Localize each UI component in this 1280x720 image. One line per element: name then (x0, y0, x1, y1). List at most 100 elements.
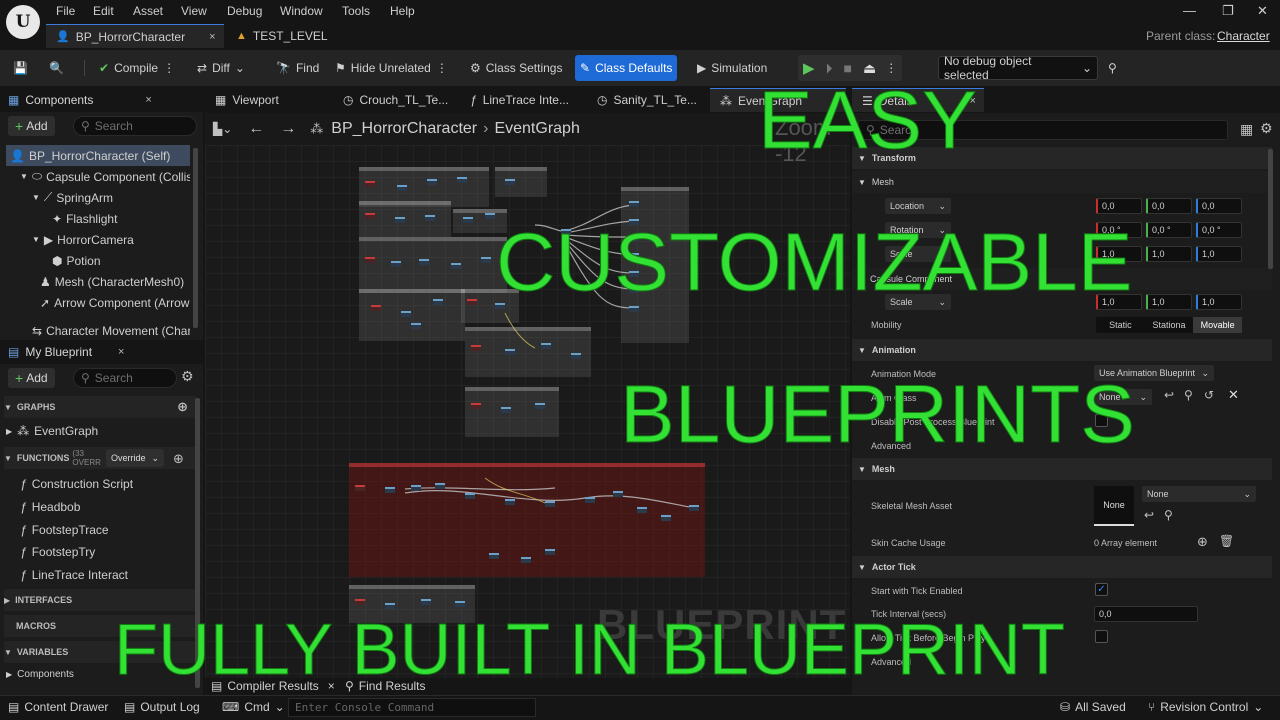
rotation-x-field[interactable]: 0,0 ° (1096, 222, 1142, 238)
compile-button[interactable]: ✔ Compile ⋮ (94, 57, 180, 79)
graph-node[interactable] (365, 181, 375, 187)
unreal-logo-icon[interactable]: U (6, 5, 40, 39)
component-movement[interactable]: ⇆ Character Movement (Char (32, 324, 190, 338)
graph-node[interactable] (629, 201, 639, 207)
graph-node[interactable] (355, 485, 365, 491)
close-window-icon[interactable]: ✕ (1257, 3, 1268, 19)
close-tab-icon[interactable]: × (118, 346, 124, 358)
table-view-icon[interactable]: ▦ (1240, 121, 1253, 138)
graph-node[interactable] (411, 485, 421, 491)
console-command-input[interactable]: Enter Console Command (288, 698, 536, 717)
stop-icon[interactable]: ■ (844, 60, 852, 76)
override-dropdown[interactable]: Override ⌄ (106, 449, 164, 467)
mesh-section[interactable]: ▼ Mesh (852, 458, 1272, 480)
graph-node[interactable] (421, 599, 431, 605)
location-x-field[interactable]: 0,0 (1096, 198, 1142, 214)
step-icon[interactable]: ⏵ (826, 60, 833, 77)
functions-category[interactable]: ▼ FUNCTIONS (33 OVERR (4, 447, 196, 469)
debug-object-select[interactable]: No debug object selected ⌄ (938, 54, 1098, 82)
function-item[interactable]: ƒ Construction Script (20, 473, 133, 495)
details-tab[interactable]: ☰ Details × (852, 88, 984, 112)
graph-node[interactable] (463, 217, 473, 223)
close-tab-icon[interactable]: × (328, 679, 335, 693)
disable-post-process-checkbox[interactable] (1095, 414, 1108, 427)
scale-dropdown[interactable]: Scale ⌄ (885, 246, 951, 262)
graph-node[interactable] (629, 219, 639, 225)
graph-node[interactable] (689, 505, 699, 511)
allow-tick-checkbox[interactable] (1095, 630, 1108, 643)
graph-node[interactable] (397, 185, 407, 191)
browse-icon[interactable]: 🔍 (44, 57, 69, 79)
graph-node[interactable] (419, 259, 429, 265)
graph-node[interactable] (433, 299, 443, 305)
graph-node[interactable] (629, 287, 639, 293)
graph-node[interactable] (613, 491, 623, 497)
component-arrow[interactable]: ➚ Arrow Component (Arrow (40, 292, 190, 313)
function-item[interactable]: ƒ FootstepTrace (20, 519, 109, 541)
interfaces-category[interactable]: ▶ INTERFACES (4, 589, 196, 611)
macros-category[interactable]: MACROS (4, 615, 196, 637)
components-scrollbar[interactable] (193, 148, 198, 328)
menu-help[interactable]: Help (390, 4, 415, 18)
details-search-input[interactable]: ⚲ Search (858, 120, 1228, 140)
graph-node[interactable] (505, 499, 515, 505)
diff-button[interactable]: ⇄ Diff ⌄ (192, 57, 250, 79)
all-saved-button[interactable]: ⛁ All Saved (1060, 700, 1126, 714)
browse-icon[interactable]: ⚲ (1164, 508, 1173, 522)
component-mesh[interactable]: ♟ Mesh (CharacterMesh0) (40, 271, 190, 292)
find-results-tab[interactable]: ⚲ Find Results (345, 679, 426, 693)
components-search-input[interactable]: ⚲ Search (73, 116, 197, 136)
graph-node[interactable] (365, 213, 375, 219)
add-element-icon[interactable]: ⊕ (1197, 534, 1208, 550)
tab-event-graph[interactable]: ⁂ EventGraph × (710, 88, 846, 112)
tick-interval-field[interactable]: 0,0 (1094, 606, 1198, 622)
tab-linetrace-interact[interactable]: ƒ LineTrace Inte... (460, 88, 579, 112)
start-tick-checkbox[interactable]: ✓ (1095, 583, 1108, 596)
graph-node[interactable] (395, 217, 405, 223)
eject-icon[interactable]: ⏏ (863, 60, 876, 77)
add-component-button[interactable]: + Add (8, 116, 55, 136)
graph-node[interactable] (629, 271, 639, 277)
scale-z-field[interactable]: 1,0 (1196, 246, 1242, 262)
more-icon[interactable]: ⋮ (885, 61, 897, 75)
menu-file[interactable]: File (56, 4, 75, 18)
graph-node[interactable] (541, 343, 551, 349)
close-tab-icon[interactable]: × (969, 95, 975, 107)
rotation-dropdown[interactable]: Rotation ⌄ (885, 222, 951, 238)
variables-category[interactable]: ▼ VARIABLES (4, 641, 196, 663)
component-flashlight[interactable]: ✦ Flashlight (52, 208, 190, 229)
graph-node[interactable] (495, 303, 505, 309)
graph-node[interactable] (629, 253, 639, 259)
graph-node[interactable] (521, 557, 531, 563)
close-tab-icon[interactable]: × (832, 95, 838, 107)
transform-mesh-subsection[interactable]: ▼ Mesh (852, 171, 1272, 193)
use-selected-icon[interactable]: ↩ (1164, 388, 1174, 402)
capsule-scale-y-field[interactable]: 1,0 (1146, 294, 1192, 310)
function-item[interactable]: ƒ FootstepTry (20, 541, 95, 563)
graph-node[interactable] (425, 215, 435, 221)
component-springarm[interactable]: ▼ ⟋ SpringArm (32, 187, 190, 208)
doc-tab-test-level[interactable]: ▲ TEST_LEVEL (226, 24, 336, 48)
save-icon[interactable]: 💾 (8, 57, 33, 79)
close-tab-icon[interactable]: × (209, 31, 215, 43)
gear-icon[interactable]: ⚙ (1260, 120, 1273, 137)
graph-node[interactable] (355, 599, 365, 605)
graph-node[interactable] (629, 306, 639, 312)
graph-node[interactable] (435, 483, 445, 489)
class-settings-button[interactable]: ⚙ Class Settings (465, 57, 567, 79)
location-dropdown[interactable]: Location ⌄ (885, 198, 951, 214)
graph-node[interactable] (571, 353, 581, 359)
mobility-stationary[interactable]: Stationa (1145, 320, 1194, 330)
rotation-y-field[interactable]: 0,0 ° (1146, 222, 1192, 238)
capsule-scale-z-field[interactable]: 1,0 (1196, 294, 1242, 310)
add-graph-icon[interactable]: ⊕ (177, 399, 188, 415)
scale-y-field[interactable]: 1,0 (1146, 246, 1192, 262)
graph-node[interactable] (471, 403, 481, 409)
location-z-field[interactable]: 0,0 (1196, 198, 1242, 214)
components-tab[interactable]: ▦ Components × (0, 88, 203, 112)
animation-mode-dropdown[interactable]: Use Animation Blueprint ⌄ (1094, 365, 1214, 381)
graph-node[interactable] (661, 515, 671, 521)
trash-icon[interactable]: 🗑 (1219, 534, 1234, 548)
capsule-component-subsection[interactable]: Capsule Component (852, 268, 1272, 290)
component-self[interactable]: 👤 BP_HorrorCharacter (Self) (6, 145, 190, 166)
